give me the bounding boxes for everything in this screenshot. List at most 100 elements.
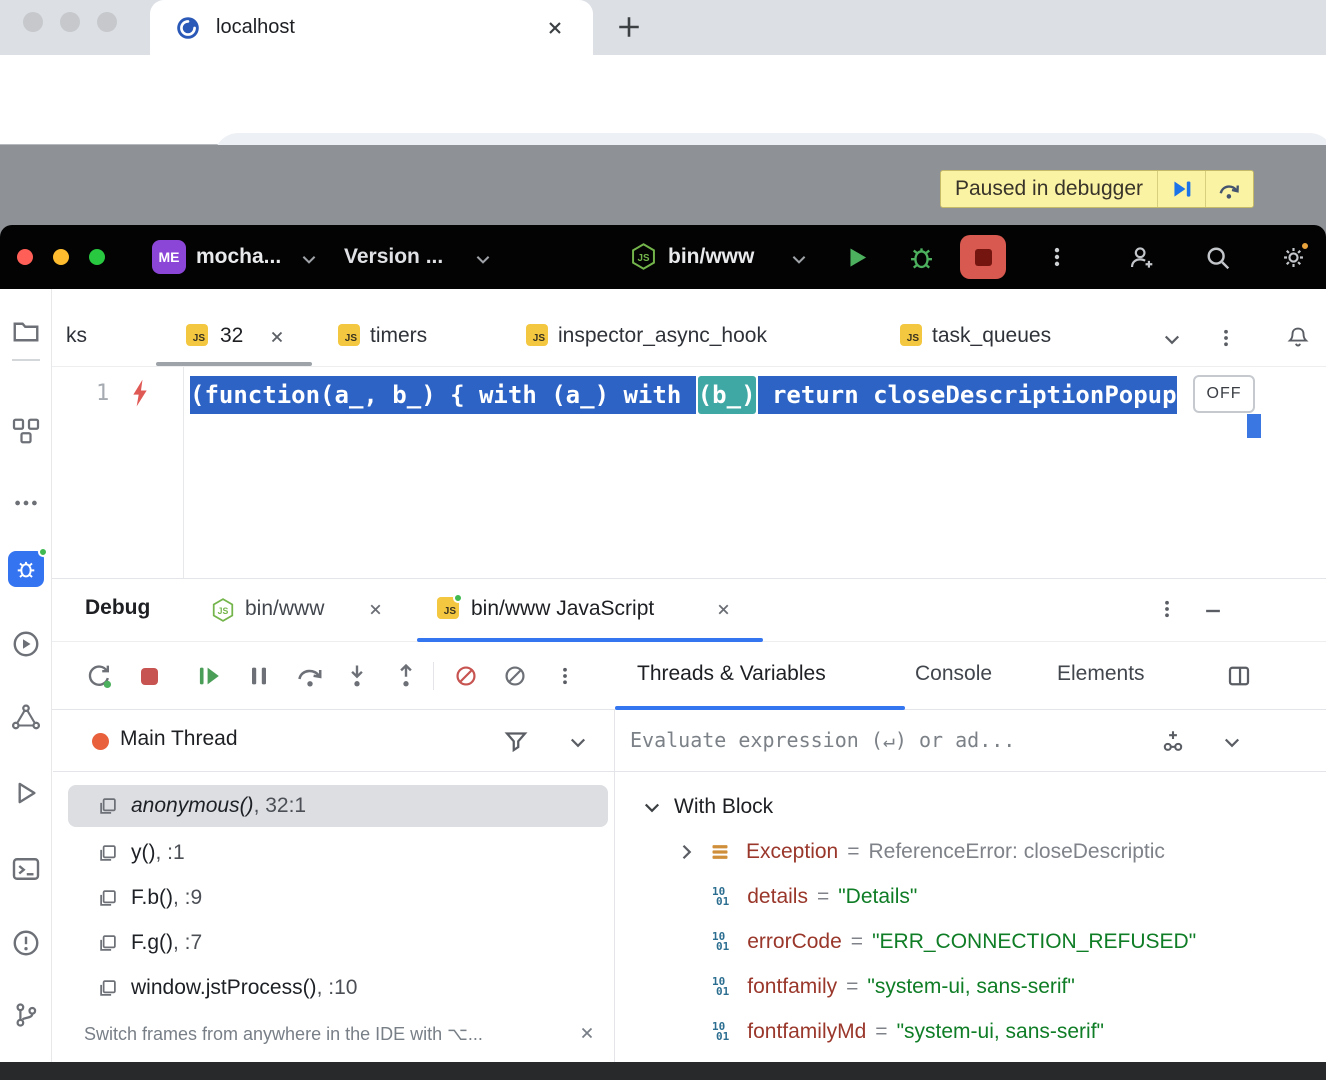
chevron-down-icon[interactable] (642, 797, 662, 817)
stop-button[interactable] (960, 235, 1006, 279)
add-watch-icon[interactable] (1160, 728, 1186, 754)
variable-row[interactable]: 1001 fontfamilyMd = "system-ui, sans-ser… (615, 1009, 1326, 1054)
resume-program-button[interactable] (195, 662, 223, 690)
frame-location: , :1 (156, 841, 185, 864)
project-folder-icon[interactable] (11, 317, 41, 347)
rerun-button[interactable] (85, 662, 113, 690)
js-file-icon: JS (437, 597, 459, 619)
resume-script-button[interactable] (1157, 171, 1205, 207)
debug-session-tab-binwww[interactable]: bin/www (245, 597, 324, 621)
search-everywhere-icon[interactable] (1204, 244, 1231, 271)
editor[interactable]: 1 (function(a_, b_) { with (a_) with (b_… (52, 367, 1326, 578)
frame-location: , 32:1 (254, 794, 307, 817)
chevron-down-icon[interactable] (474, 250, 492, 268)
hint-close-icon[interactable] (578, 1024, 596, 1042)
tab-close-icon[interactable] (268, 328, 286, 346)
nodejs-icon: JS (630, 243, 657, 270)
debug-panel-title: Debug (85, 596, 150, 620)
debug-options-kebab-icon[interactable] (1157, 599, 1177, 619)
chevron-down-icon[interactable] (1162, 329, 1182, 349)
debug-toolbar: Threads & Variables Console Elements (52, 642, 1326, 710)
step-into-button[interactable] (343, 662, 371, 690)
screen: localhost localhost:3000/users/ (0, 0, 1326, 1080)
more-tool-windows-icon[interactable] (12, 489, 40, 517)
new-tab-button[interactable] (616, 14, 642, 40)
more-actions-icon[interactable] (1046, 246, 1068, 268)
evaluate-expression-input[interactable]: Evaluate expression (↵) or ad... (630, 728, 1015, 752)
vcs-widget[interactable]: Version ... (344, 243, 443, 271)
toolbar-kebab-icon[interactable] (555, 666, 575, 686)
frame-row[interactable]: F.b(), :9 (68, 875, 608, 920)
scope-label: With Block (674, 795, 773, 819)
chevron-down-icon[interactable] (790, 250, 808, 268)
code-with-me-icon[interactable] (1128, 244, 1155, 271)
breakpoint-bolt-icon[interactable] (128, 378, 152, 408)
tab-options-kebab-icon[interactable] (1216, 328, 1236, 348)
ignore-breakpoints-button[interactable] (502, 663, 528, 689)
frame-row[interactable]: anonymous(), 32:1 (68, 785, 608, 827)
tab-elements[interactable]: Elements (1057, 662, 1145, 686)
ide-minimize-button[interactable] (53, 249, 69, 265)
browser-fullscreen-button[interactable] (97, 12, 117, 32)
run-tool-window-icon[interactable] (12, 779, 40, 807)
layout-settings-icon[interactable] (1227, 664, 1251, 688)
debug-session-tab-binwww-javascript[interactable]: bin/www JavaScript (471, 597, 654, 621)
project-selector[interactable]: mocha... (196, 243, 281, 271)
chevron-down-icon[interactable] (568, 732, 588, 752)
notifications-bell-icon[interactable] (1286, 325, 1310, 349)
step-over-button[interactable] (295, 661, 325, 691)
debug-run-button[interactable] (908, 244, 935, 271)
variable-row[interactable]: 1001 errorCode = "ERR_CONNECTION_REFUSED… (615, 919, 1326, 964)
tab-console[interactable]: Console (915, 662, 992, 686)
thread-selector[interactable]: Main Thread (120, 727, 238, 751)
frame-row[interactable]: window.jstProcess(), :10 (68, 965, 608, 1010)
editor-tab-task-queues[interactable]: task_queues (932, 324, 1051, 348)
variable-row[interactable]: 1001 fontfamily = "system-ui, sans-serif… (615, 964, 1326, 1009)
editor-tab-timers[interactable]: timers (370, 324, 427, 348)
graphql-icon[interactable] (11, 703, 41, 733)
run-button[interactable] (845, 245, 870, 270)
scope-row[interactable]: With Block (615, 784, 1326, 829)
chevron-down-icon[interactable] (1222, 732, 1242, 752)
ide-fullscreen-button[interactable] (89, 249, 105, 265)
code-line[interactable]: (function(a_, b_) { with (a_) with (b_) … (190, 376, 1177, 414)
mute-breakpoints-button[interactable] (453, 663, 479, 689)
ide-close-button[interactable] (17, 249, 33, 265)
run-configuration-selector[interactable]: bin/www (668, 243, 754, 271)
tab-close-icon[interactable] (367, 601, 384, 618)
step-over-next-button[interactable] (1205, 171, 1253, 207)
frame-function: y() (131, 841, 156, 864)
variable-row[interactable]: Exception = ReferenceError: closeDescrip… (615, 829, 1326, 874)
editor-tab-partial[interactable]: ks (66, 324, 87, 348)
services-icon[interactable] (11, 629, 41, 659)
primitive-value-icon: 1001 (712, 1022, 729, 1042)
git-branch-icon[interactable] (12, 1001, 40, 1029)
off-badge[interactable]: OFF (1193, 375, 1255, 413)
problems-icon[interactable] (11, 928, 41, 958)
primitive-value-icon: 1001 (712, 887, 729, 907)
browser-tab[interactable]: localhost (150, 0, 593, 55)
tab-threads-variables[interactable]: Threads & Variables (637, 662, 826, 686)
filter-funnel-icon[interactable] (504, 729, 528, 753)
debug-panel-header: Debug JS bin/www JS bin/www JavaScript (52, 578, 1326, 642)
browser-close-button[interactable] (23, 12, 43, 32)
settings-gear-icon[interactable] (1280, 244, 1307, 271)
chevron-down-icon[interactable] (300, 250, 318, 268)
structure-icon[interactable] (11, 416, 41, 446)
browser-minimize-button[interactable] (60, 12, 80, 32)
stop-session-button[interactable] (141, 668, 158, 685)
pause-program-button[interactable] (245, 662, 273, 690)
variable-row[interactable]: 1001 details = "Details" (615, 874, 1326, 919)
minimize-panel-icon[interactable] (1203, 601, 1223, 621)
frame-row[interactable]: y(), :1 (68, 830, 608, 875)
frame-row[interactable]: F.g(), :7 (68, 920, 608, 965)
editor-tab-32[interactable]: 32 (220, 324, 243, 348)
debug-tool-window-button[interactable] (8, 551, 44, 587)
step-out-button[interactable] (392, 662, 420, 690)
chevron-right-icon[interactable] (676, 842, 696, 862)
tab-close-icon[interactable] (545, 18, 565, 38)
editor-tab-inspector-async-hook[interactable]: inspector_async_hook (558, 324, 767, 348)
js-file-icon: JS (526, 324, 548, 346)
tab-close-icon[interactable] (715, 601, 732, 618)
terminal-icon[interactable] (11, 854, 41, 884)
